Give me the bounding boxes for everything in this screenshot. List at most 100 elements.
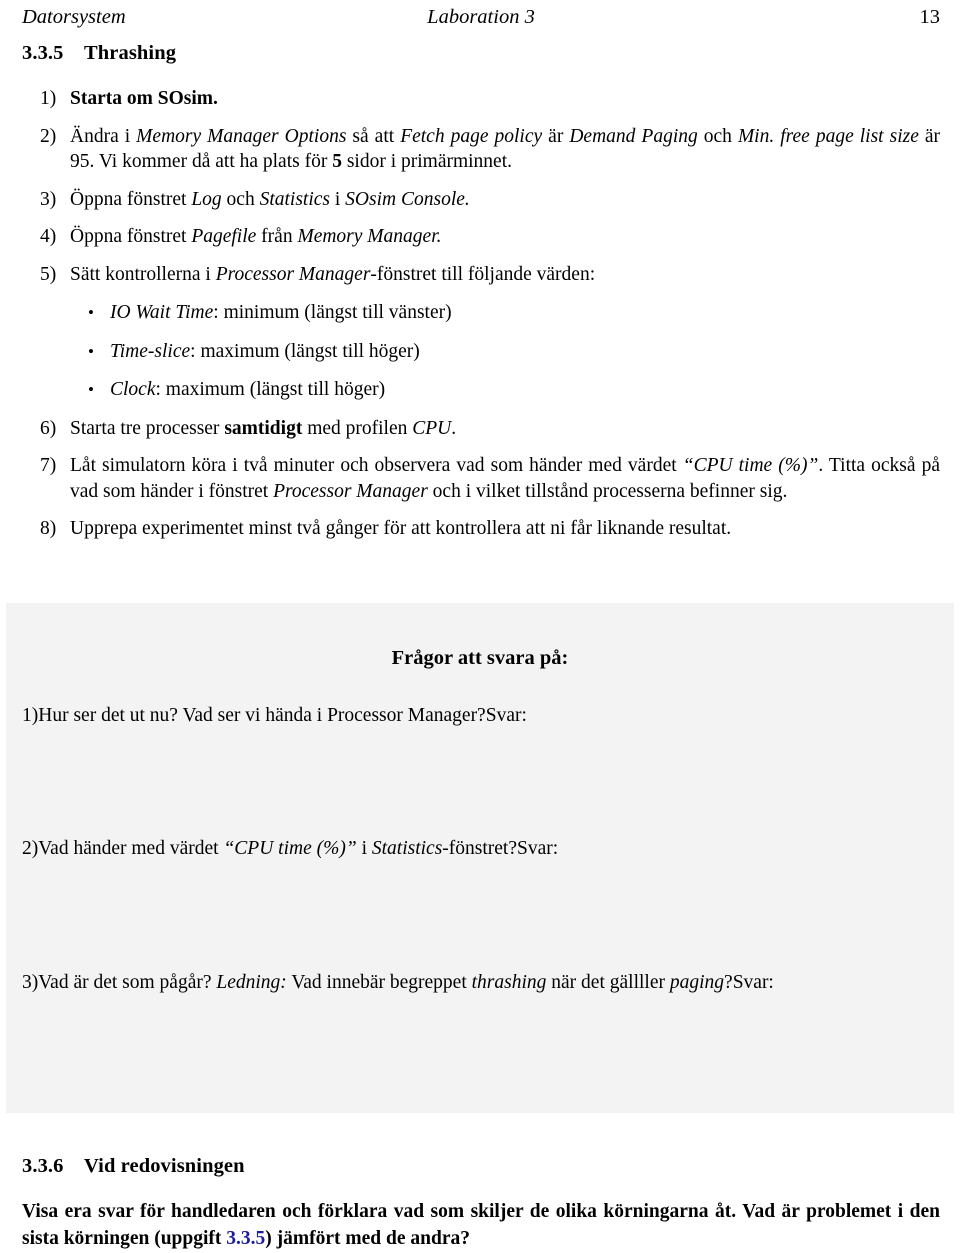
- question-marker: 2): [22, 838, 39, 859]
- plain-text: i: [330, 188, 346, 210]
- plain-text: ?: [724, 972, 733, 993]
- cross-reference-link[interactable]: 3.3.5: [226, 1228, 265, 1249]
- strong-text: Starta om SOsim.: [70, 88, 218, 109]
- bullet-text: Time-slice: maximum (längst till höger): [110, 341, 420, 362]
- control-values-list: • IO Wait Time: minimum (längst till väns…: [70, 300, 940, 403]
- question-item: 3)Vad är det som pågår? Ledning: Vad inn…: [22, 970, 940, 996]
- emphasis-text: Processor Manager: [215, 263, 371, 285]
- emphasis-text: Statistics: [371, 838, 443, 859]
- emphasis-text: Time-slice: [110, 340, 191, 362]
- plain-text: Öppna fönstret: [70, 226, 192, 247]
- emphasis-text: “CPU time (%)”: [682, 455, 819, 476]
- plain-text: och i vilket tillstånd processerna befin…: [427, 480, 788, 502]
- step-marker: 7): [40, 455, 57, 476]
- header-center-title: Laboration 3: [427, 6, 535, 28]
- plain-text: : maximum (längst till höger): [190, 340, 420, 362]
- final-paragraph: Visa era svar för handledaren och förkla…: [22, 1198, 940, 1252]
- question-text: Vad är det som pågår? Ledning: Vad inneb…: [38, 972, 732, 993]
- plain-text: Upprepa experimentet minst två gånger fö…: [70, 518, 732, 539]
- emphasis-text: thrashing: [471, 972, 547, 993]
- plain-text: : maximum (längst till höger): [155, 379, 386, 400]
- bullet-dot-icon: •: [88, 380, 94, 399]
- emphasis-text: Memory Manager.: [297, 226, 442, 247]
- question-marker: 3): [22, 972, 39, 993]
- plain-text: Starta tre processer: [70, 417, 225, 439]
- step-text: Upprepa experimentet minst två gånger fö…: [70, 516, 940, 542]
- step-marker: 6): [40, 417, 57, 439]
- emphasis-text: Memory Manager Options: [136, 125, 347, 147]
- bullet-item: • Clock: maximum (längst till höger): [70, 377, 940, 403]
- questions-heading: Frågor att svara på:: [391, 647, 569, 669]
- step-marker: 3): [40, 188, 57, 210]
- step-item: 5) Sätt kontrollerna i Processor Manager-…: [22, 262, 940, 403]
- plain-text: .: [451, 417, 457, 439]
- step-marker: 8): [40, 518, 57, 539]
- plain-text: och: [221, 188, 260, 210]
- section-heading-thrashing: 3.3.5 Thrashing: [22, 42, 176, 65]
- question-item: 2)Vad händer med värdet “CPU time (%)” i…: [22, 836, 940, 862]
- question-item: 1)Hur ser det ut nu? Vad ser vi hända i …: [22, 703, 940, 729]
- section-title: Thrashing: [84, 42, 177, 64]
- emphasis-text: Clock: [110, 379, 156, 400]
- strong-text: Visa era svar för handledaren och förkla…: [22, 1201, 940, 1249]
- steps-list: 1) Starta om SOsim. 2) Ändra i Memory Manag…: [22, 86, 940, 554]
- step-text: Öppna fönstret Pagefile från Memory Mana…: [70, 224, 940, 250]
- step-item: 7) Låt simulatorn köra i två minuter och …: [22, 453, 940, 504]
- bullet-dot-icon: •: [88, 341, 94, 361]
- question-marker: 1): [22, 705, 39, 726]
- bullet-text: Clock: maximum (längst till höger): [110, 379, 385, 400]
- bullet-text: IO Wait Time: minimum (längst till vänst…: [110, 302, 452, 323]
- step-text: Starta om SOsim.: [70, 86, 940, 112]
- plain-text: -fönstret?: [442, 838, 517, 859]
- plain-text: och: [697, 125, 738, 147]
- page-number: 13: [919, 6, 941, 28]
- document-page: Datorsystem Laboration 3 13 3.3.5 Thrashi…: [0, 0, 960, 1253]
- strong-text: ) jämfört med de andra?: [265, 1228, 470, 1249]
- plain-text: Öppna fönstret: [70, 188, 192, 210]
- step-text: Starta tre processer samtidigt med profi…: [70, 416, 940, 442]
- step-marker: 5): [40, 263, 57, 285]
- plain-text: är: [542, 125, 570, 147]
- step-text: Sätt kontrollerna i Processor Manager-fö…: [70, 262, 940, 288]
- section-number: 3.3.5: [22, 42, 64, 64]
- bullet-item: • IO Wait Time: minimum (längst till väns…: [70, 300, 940, 326]
- emphasis-text: Pagefile: [191, 226, 257, 247]
- step-item: 6) Starta tre processer samtidigt med pro…: [22, 416, 940, 442]
- step-item: 8) Upprepa experimentet minst två gånger …: [22, 516, 940, 542]
- question-text: Vad händer med värdet “CPU time (%)” i S…: [38, 838, 517, 859]
- step-item: 3) Öppna fönstret Log och Statistics i SO…: [22, 187, 940, 213]
- bullet-dot-icon: •: [88, 303, 94, 322]
- step-text: Låt simulatorn köra i två minuter och ob…: [70, 453, 940, 504]
- step-marker: 2): [40, 125, 57, 147]
- answer-panel: Frågor att svara på: 1)Hur ser det ut nu…: [6, 603, 954, 1113]
- plain-text: Ändra i: [70, 125, 137, 147]
- step-marker: 4): [40, 226, 57, 247]
- section-heading-redovisning: 3.3.6 Vid redovisningen: [22, 1155, 245, 1178]
- emphasis-text: Min. free page list size: [737, 125, 919, 147]
- plain-text: Låt simulatorn köra i två minuter och ob…: [70, 455, 683, 476]
- emphasis-text: Processor Manager: [273, 480, 428, 502]
- emphasis-text: paging: [669, 972, 725, 993]
- question-text: Hur ser det ut nu? Vad ser vi hända i Pr…: [38, 705, 485, 726]
- emphasis-text: SOsim Console.: [345, 188, 470, 210]
- plain-text: från: [256, 226, 298, 247]
- plain-text: Vad händer med värdet: [38, 838, 224, 859]
- plain-text: Vad innebär begreppet: [286, 972, 472, 993]
- bullet-item: • Time-slice: maximum (längst till höger): [70, 339, 940, 365]
- emphasis-text: Ledning:: [216, 972, 287, 993]
- plain-text: Sätt kontrollerna i: [70, 263, 216, 285]
- section-number: 3.3.6: [22, 1155, 64, 1177]
- section-title: Vid redovisningen: [84, 1155, 245, 1177]
- plain-text: : minimum (längst till vänster): [213, 302, 452, 323]
- emphasis-text: “CPU time (%)”: [223, 838, 357, 859]
- plain-text: -fönstret till följande värden:: [370, 263, 596, 285]
- answer-label: Svar:: [517, 838, 559, 859]
- plain-text: Vad är det som pågår?: [38, 972, 217, 993]
- emphasis-text: Log: [191, 188, 222, 210]
- running-header: Datorsystem Laboration 3 13: [22, 4, 940, 30]
- step-item: 4) Öppna fönstret Pagefile från Memory Ma…: [22, 224, 940, 250]
- emphasis-text: Demand Paging: [569, 125, 698, 147]
- strong-text: samtidigt: [224, 417, 303, 439]
- plain-text: sidor i primärminnet.: [341, 151, 513, 172]
- emphasis-text: Statistics: [259, 188, 330, 210]
